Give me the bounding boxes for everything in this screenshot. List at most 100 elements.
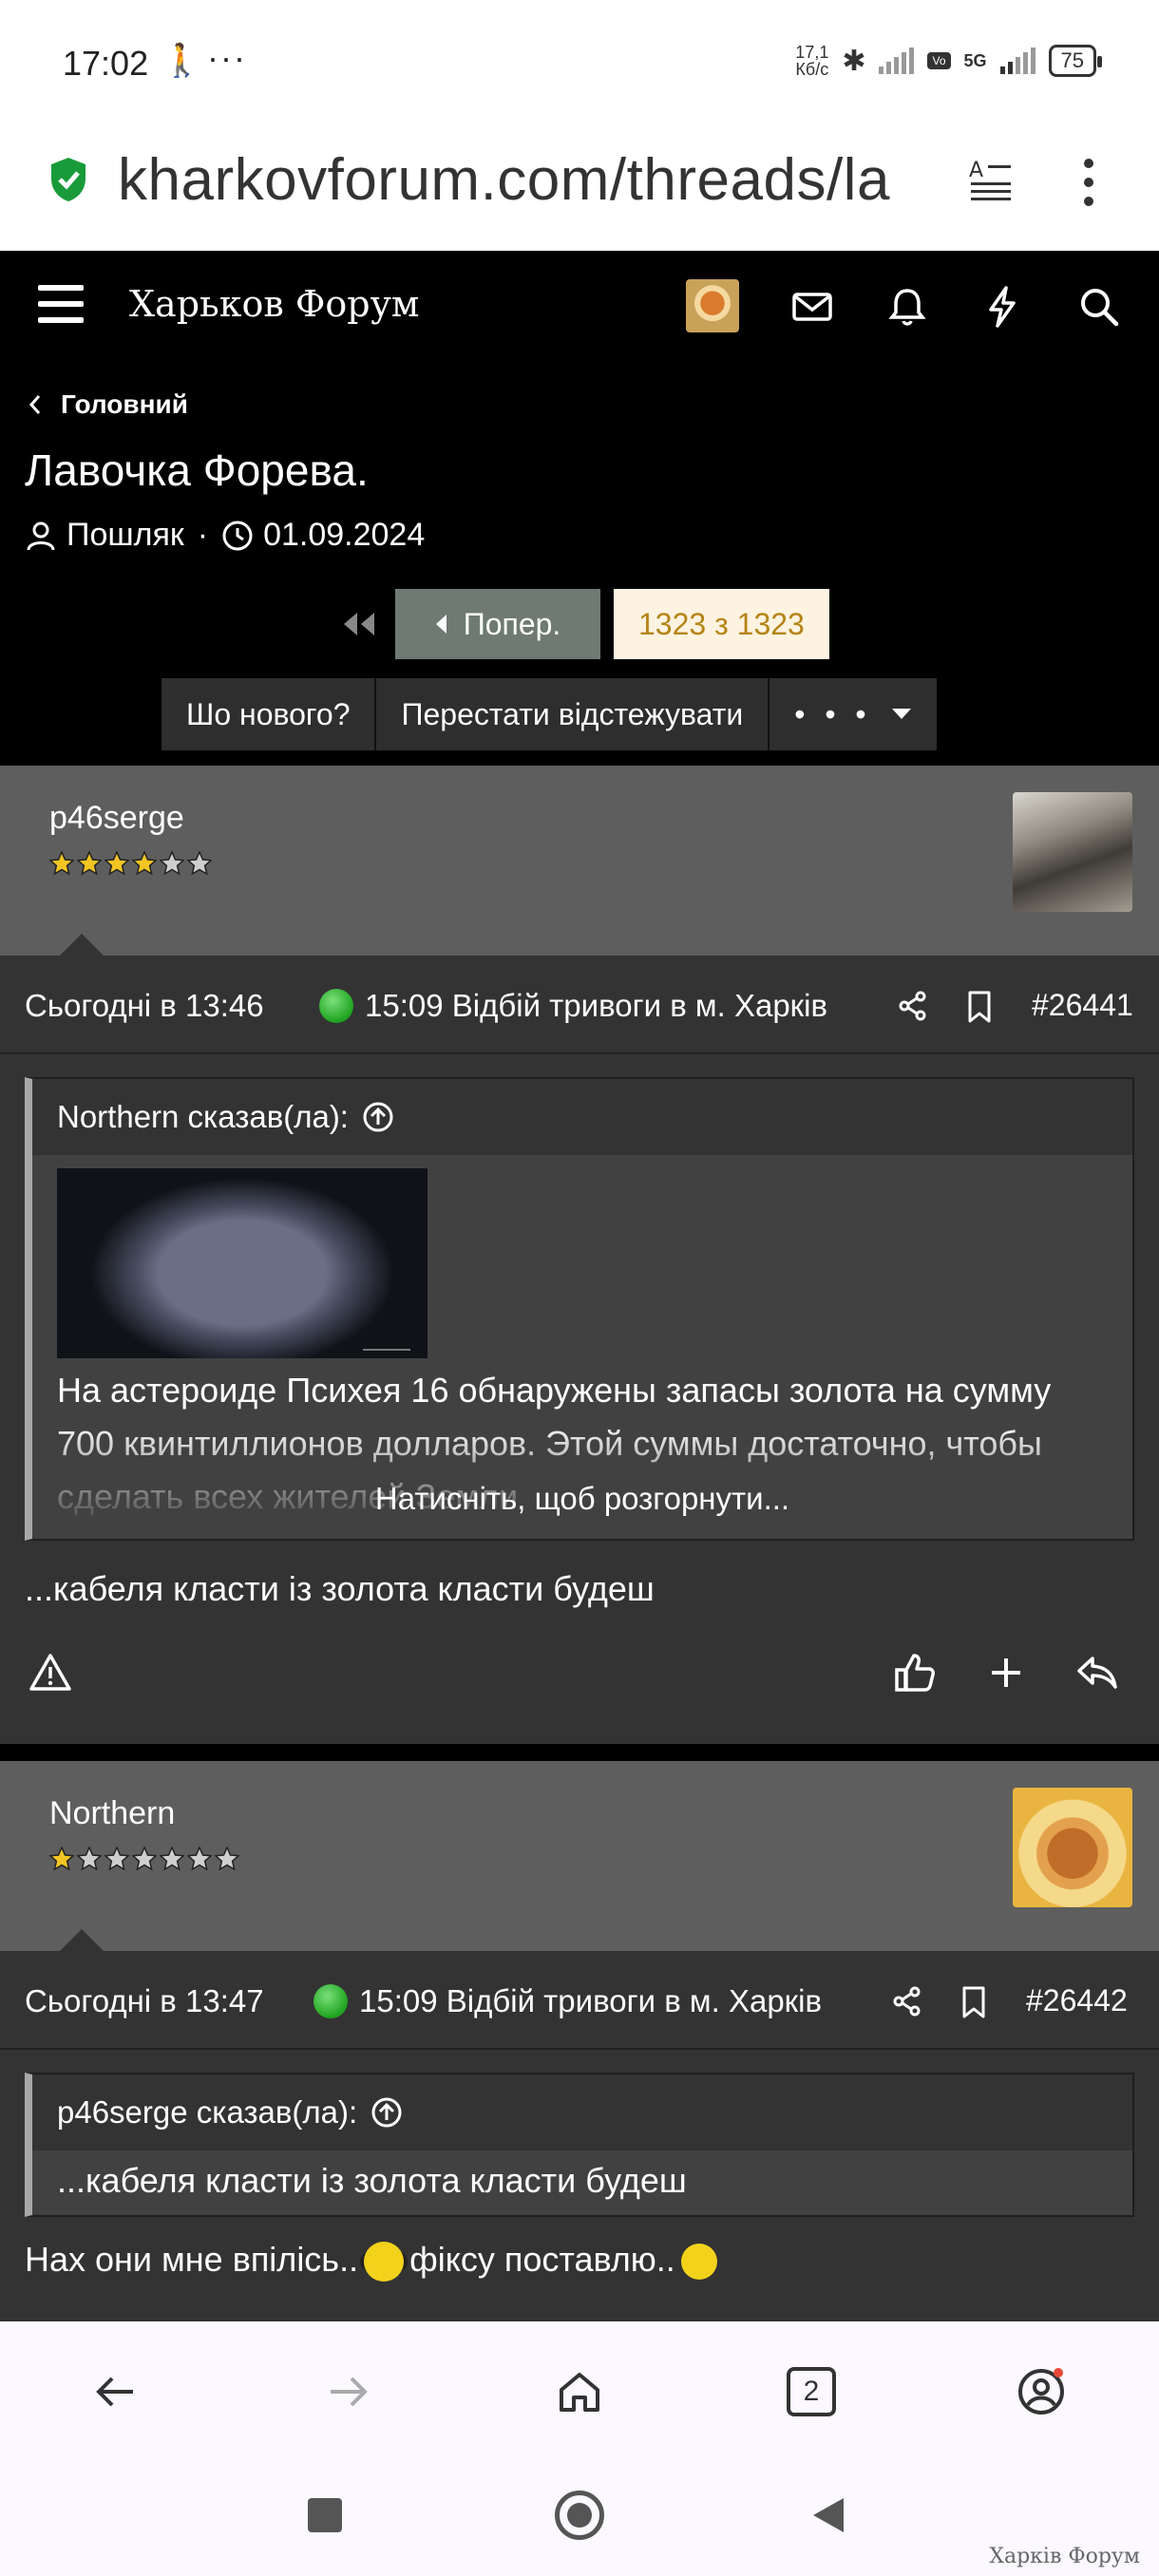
- profile-icon[interactable]: [1016, 2367, 1066, 2416]
- share-icon[interactable]: [891, 1985, 923, 2017]
- inbox-icon[interactable]: [788, 283, 836, 331]
- status-bar: 17:02 🚶 ··· 17,1 Кб/с ✱ Vo 5G 75: [0, 0, 1159, 125]
- star-empty-icon: [104, 1847, 129, 1871]
- page-indicator[interactable]: 1323 з 1323: [614, 589, 829, 659]
- post-meta: Сьогодні в 13:47 15:09 Відбій тривоги в …: [0, 1951, 1159, 2050]
- caret-down-icon: [891, 709, 911, 719]
- status-indicators: 17,1 Кб/с ✱ Vo 5G 75: [795, 43, 1103, 79]
- star-empty-icon: [187, 1847, 212, 1871]
- post-avatar[interactable]: [1013, 1788, 1132, 1907]
- bookmark-icon[interactable]: [960, 1985, 988, 2019]
- user-avatar[interactable]: [686, 279, 739, 332]
- post-number[interactable]: #26441: [1032, 988, 1133, 1023]
- forum-logo[interactable]: Харьков Форум: [129, 283, 419, 325]
- quote-body: ...кабеля класти із золота класти будеш: [32, 2150, 1132, 2215]
- post-meta: Сьогодні в 13:46 15:09 Відбій тривоги в …: [0, 956, 1159, 1054]
- reader-mode-icon[interactable]: A: [969, 158, 1013, 205]
- post-time[interactable]: Сьогодні в 13:47: [25, 1983, 264, 2019]
- browser-bottom-nav: 2: [0, 2321, 1159, 2462]
- post-separator: [0, 1744, 1159, 1761]
- post-time[interactable]: Сьогодні в 13:46: [25, 988, 264, 1024]
- like-icon[interactable]: [893, 1651, 937, 1695]
- tabs-button[interactable]: 2: [787, 2367, 836, 2416]
- recent-apps-icon[interactable]: [308, 2498, 342, 2532]
- arrow-up-circle-icon[interactable]: [362, 1101, 394, 1133]
- green-circle-icon: [319, 989, 353, 1023]
- pagination: Попер. 1323 з 1323: [323, 589, 829, 659]
- svg-text:A: A: [969, 159, 983, 182]
- quote-body: На астероиде Психея 16 обнаружены запасы…: [32, 1155, 1132, 1539]
- signal-icon: [879, 47, 915, 74]
- thread-meta: Пошляк · 01.09.2024: [25, 517, 425, 554]
- back-arrow-icon[interactable]: [91, 2367, 141, 2416]
- star-empty-icon: [132, 1847, 157, 1871]
- breadcrumb[interactable]: Головний: [28, 389, 188, 420]
- chevron-left-icon: [28, 395, 41, 414]
- caret-left-icon: [435, 615, 446, 634]
- reply-icon[interactable]: [1075, 1651, 1119, 1695]
- post-quote: Northern сказав(ла): На астероиде Психея…: [25, 1077, 1134, 1541]
- user-rating-stars: [49, 851, 212, 876]
- share-icon[interactable]: [897, 990, 929, 1022]
- star-empty-icon: [187, 851, 212, 876]
- post-user-block: p46serge: [0, 766, 1159, 957]
- post-quote: p46serge сказав(ла): ...кабеля класти із…: [25, 2073, 1134, 2217]
- forward-arrow-icon[interactable]: [323, 2367, 372, 2416]
- post-actions: [0, 1609, 1159, 1742]
- post-avatar[interactable]: [1013, 792, 1132, 912]
- expand-quote-link[interactable]: Натисніть, щоб розгорнути...: [32, 1472, 1132, 1525]
- star-filled-icon: [49, 851, 74, 876]
- user-icon: [27, 521, 55, 550]
- thread-author[interactable]: Пошляк: [66, 517, 184, 554]
- browser-url-bar[interactable]: kharkovforum.com/threads/la A: [0, 125, 1159, 251]
- thread-header: Головний Лавочка Форева. Пошляк · 01.09.…: [0, 361, 1159, 760]
- watermark: Харків Форум: [989, 2545, 1140, 2568]
- plus-icon[interactable]: [984, 1651, 1028, 1695]
- status-time: 17:02: [63, 44, 149, 83]
- asteroid-image[interactable]: [57, 1168, 428, 1358]
- whats-new-button[interactable]: Шо нового?: [162, 678, 377, 750]
- volte-icon: Vo: [927, 52, 951, 69]
- secure-shield-icon[interactable]: [48, 156, 89, 203]
- arrow-up-circle-icon[interactable]: [370, 2096, 403, 2129]
- lightning-icon[interactable]: [978, 283, 1026, 331]
- post-number[interactable]: #26442: [1026, 1983, 1128, 2018]
- network-speed: 17,1 Кб/с: [795, 43, 829, 79]
- star-empty-icon: [160, 851, 184, 876]
- thread-title: Лавочка Форева.: [25, 445, 369, 495]
- grin-emoticon-icon: [680, 2244, 717, 2281]
- star-filled-icon: [77, 851, 102, 876]
- green-circle-icon: [314, 1984, 348, 2018]
- browser-menu-icon[interactable]: [1070, 154, 1108, 211]
- report-warning-icon[interactable]: [28, 1651, 72, 1695]
- forum-header: Харьков Форум: [0, 251, 1159, 361]
- quote-header[interactable]: Northern сказав(ла):: [32, 1079, 1132, 1155]
- search-icon[interactable]: [1075, 283, 1123, 331]
- first-page-button[interactable]: [323, 589, 395, 659]
- system-nav-bar: Харків Форум: [0, 2462, 1159, 2576]
- double-chevron-left-icon: [344, 613, 374, 635]
- star-empty-icon: [160, 1847, 184, 1871]
- url-text[interactable]: kharkovforum.com/threads/la: [118, 146, 944, 214]
- menu-icon[interactable]: [38, 285, 84, 323]
- home-icon[interactable]: [555, 2367, 604, 2416]
- breadcrumb-label[interactable]: Головний: [61, 389, 188, 420]
- quote-header[interactable]: p46serge сказав(ла):: [32, 2074, 1132, 2150]
- bluetooth-icon: ✱: [842, 45, 866, 77]
- unwatch-button[interactable]: Перестати відстежувати: [376, 678, 770, 750]
- prev-page-button[interactable]: Попер.: [395, 589, 600, 659]
- bell-icon[interactable]: [884, 283, 931, 331]
- more-actions-button[interactable]: • • •: [770, 678, 936, 750]
- bookmark-icon[interactable]: [965, 990, 994, 1024]
- home-circle-icon[interactable]: [555, 2491, 604, 2540]
- thread-date[interactable]: 01.09.2024: [263, 517, 425, 554]
- post-username[interactable]: p46serge: [49, 800, 184, 837]
- post-username[interactable]: Northern: [49, 1795, 175, 1832]
- back-triangle-icon[interactable]: [809, 2494, 847, 2536]
- walking-icon: 🚶: [162, 43, 202, 79]
- signal-5g-icon: [999, 47, 1036, 74]
- thread-actions: Шо нового? Перестати відстежувати • • •: [162, 678, 937, 750]
- post-body: ...кабеля класти із золота класти будеш: [25, 1569, 655, 1608]
- alert-status: 15:09 Відбій тривоги в м. Харків: [314, 1983, 822, 2019]
- clock-icon: [222, 521, 253, 550]
